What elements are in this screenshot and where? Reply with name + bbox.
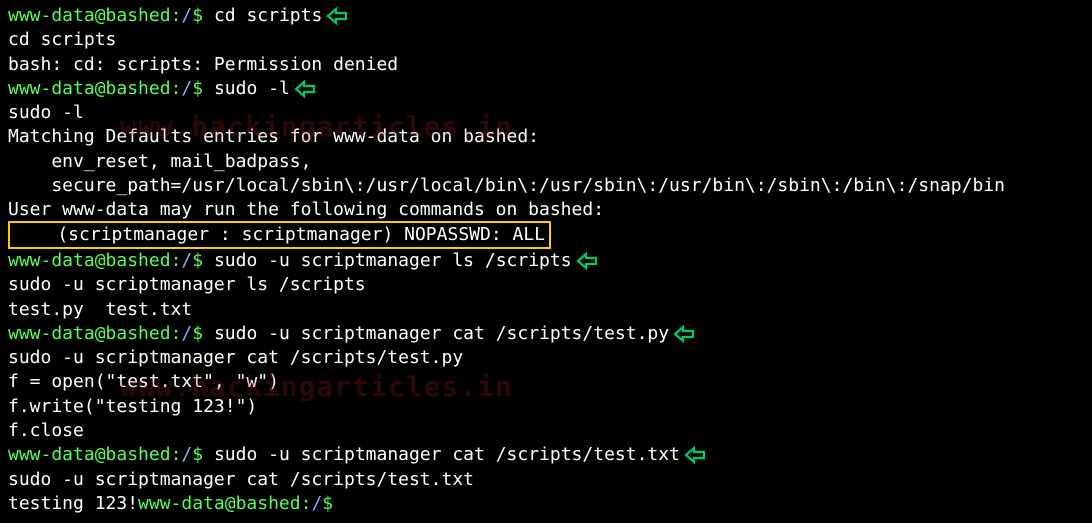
prompt-user: www-data@bashed bbox=[8, 250, 171, 271]
prompt-user: www-data@bashed bbox=[138, 493, 301, 514]
prompt-user: www-data@bashed bbox=[8, 78, 171, 99]
prompt-user: www-data@bashed bbox=[8, 323, 171, 344]
terminal-output: test.py test.txt bbox=[8, 298, 1084, 322]
terminal-line: www-data@bashed:/$ sudo -l bbox=[8, 77, 1084, 101]
prompt-path: / bbox=[181, 323, 192, 344]
terminal-output: f.write("testing 123!") bbox=[8, 395, 1084, 419]
terminal-output: sudo -u scriptmanager cat /scripts/test.… bbox=[8, 468, 1084, 492]
terminal-output: env_reset, mail_badpass, bbox=[8, 150, 1084, 174]
terminal-output: f = open("test.txt", "w") bbox=[8, 370, 1084, 394]
prompt-dollar: $ bbox=[192, 444, 214, 465]
terminal-output: f.close bbox=[8, 419, 1084, 443]
prompt-dollar: $ bbox=[192, 5, 214, 26]
terminal-output: User www-data may run the following comm… bbox=[8, 198, 1084, 222]
terminal-output: secure_path=/usr/local/sbin\:/usr/local/… bbox=[8, 174, 1084, 198]
prompt-path: / bbox=[181, 78, 192, 99]
arrow-left-icon bbox=[673, 325, 695, 343]
prompt-path: / bbox=[181, 444, 192, 465]
cmd-cat-txt: sudo -u scriptmanager cat /scripts/test.… bbox=[214, 444, 680, 465]
cmd-ls-scripts: sudo -u scriptmanager ls /scripts bbox=[214, 250, 572, 271]
terminal-line: www-data@bashed:/$ sudo -u scriptmanager… bbox=[8, 249, 1084, 273]
prompt-dollar: $ bbox=[192, 78, 214, 99]
arrow-left-icon bbox=[684, 446, 706, 464]
terminal-line: www-data@bashed:/$ sudo -u scriptmanager… bbox=[8, 443, 1084, 467]
prompt-path: / bbox=[311, 493, 322, 514]
nopasswd-text: (scriptmanager : scriptmanager) NOPASSWD… bbox=[14, 224, 545, 245]
arrow-left-icon bbox=[576, 252, 598, 270]
prompt-colon: : bbox=[171, 78, 182, 99]
terminal-output: sudo -u scriptmanager cat /scripts/test.… bbox=[8, 346, 1084, 370]
terminal-line[interactable]: testing 123!www-data@bashed:/$ bbox=[8, 492, 1084, 516]
prompt-dollar: $ bbox=[192, 250, 214, 271]
prompt-colon: : bbox=[171, 444, 182, 465]
prompt-colon: : bbox=[171, 250, 182, 271]
terminal-line: www-data@bashed:/$ sudo -u scriptmanager… bbox=[8, 322, 1084, 346]
terminal-output: Matching Defaults entries for www-data o… bbox=[8, 125, 1084, 149]
prompt-path: / bbox=[181, 250, 192, 271]
terminal-output: cd scripts bbox=[8, 28, 1084, 52]
terminal-line: www-data@bashed:/$ cd scripts bbox=[8, 4, 1084, 28]
terminal-output: bash: cd: scripts: Permission denied bbox=[8, 53, 1084, 77]
prompt-user: www-data@bashed bbox=[8, 444, 171, 465]
terminal-output-highlighted: (scriptmanager : scriptmanager) NOPASSWD… bbox=[8, 223, 1084, 249]
terminal-output: sudo -u scriptmanager ls /scripts bbox=[8, 273, 1084, 297]
prompt-dollar: $ bbox=[192, 323, 214, 344]
prompt-user: www-data@bashed bbox=[8, 5, 171, 26]
cmd-cat-py: sudo -u scriptmanager cat /scripts/test.… bbox=[214, 323, 669, 344]
prompt-colon: : bbox=[301, 493, 312, 514]
arrow-left-icon bbox=[294, 80, 316, 98]
prompt-dollar: $ bbox=[322, 493, 344, 514]
prompt-colon: : bbox=[171, 323, 182, 344]
cmd-cd-scripts: cd scripts bbox=[214, 5, 322, 26]
terminal-output: sudo -l bbox=[8, 101, 1084, 125]
prompt-colon: : bbox=[171, 5, 182, 26]
prompt-path: / bbox=[181, 5, 192, 26]
cmd-sudo-l: sudo -l bbox=[214, 78, 290, 99]
highlight-box: (scriptmanager : scriptmanager) NOPASSWD… bbox=[8, 221, 551, 249]
arrow-left-icon bbox=[326, 7, 348, 25]
txt-output: testing 123! bbox=[8, 493, 138, 514]
